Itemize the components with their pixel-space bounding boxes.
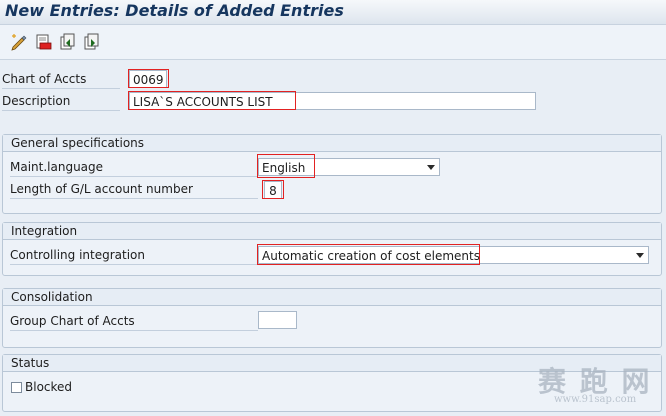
page-title: New Entries: Details of Added Entries xyxy=(5,1,344,20)
blocked-label: Blocked xyxy=(25,380,73,394)
gl-length-field[interactable]: 8 xyxy=(264,181,282,199)
chevron-down-icon[interactable] xyxy=(636,253,644,258)
chevron-down-icon[interactable] xyxy=(427,165,435,170)
application-toolbar xyxy=(0,25,666,60)
edit-icon[interactable] xyxy=(10,33,28,51)
chart-of-accts-field[interactable]: 0069 xyxy=(129,70,167,88)
site-watermark: 赛 跑 网 www.91sap.com xyxy=(508,360,658,410)
maint-language-dropdown[interactable]: English xyxy=(258,158,440,176)
controlling-integration-label: Controlling integration xyxy=(10,246,258,265)
chart-of-accts-label: Chart of Accts xyxy=(2,70,120,89)
maint-language-value: English xyxy=(262,161,306,175)
group-chart-label: Group Chart of Accts xyxy=(10,312,258,331)
general-specifications-title: General specifications xyxy=(3,135,661,152)
group-chart-field[interactable] xyxy=(258,311,297,329)
integration-title: Integration xyxy=(3,223,661,240)
controlling-integration-value: Automatic creation of cost elements xyxy=(262,249,480,263)
controlling-integration-dropdown[interactable]: Automatic creation of cost elements xyxy=(258,246,649,264)
gl-length-label: Length of G/L account number xyxy=(10,180,258,199)
watermark-url: www.91sap.com xyxy=(554,394,637,405)
blocked-checkbox[interactable] xyxy=(11,382,22,393)
consolidation-title: Consolidation xyxy=(3,289,661,306)
description-label: Description xyxy=(2,92,120,111)
title-bar: New Entries: Details of Added Entries xyxy=(0,0,666,25)
previous-entry-icon[interactable] xyxy=(58,33,76,51)
delete-icon[interactable] xyxy=(34,33,52,51)
maint-language-label: Maint.language xyxy=(10,158,258,177)
next-entry-icon[interactable] xyxy=(82,33,100,51)
description-field[interactable]: LISA`S ACCOUNTS LIST xyxy=(129,92,536,110)
